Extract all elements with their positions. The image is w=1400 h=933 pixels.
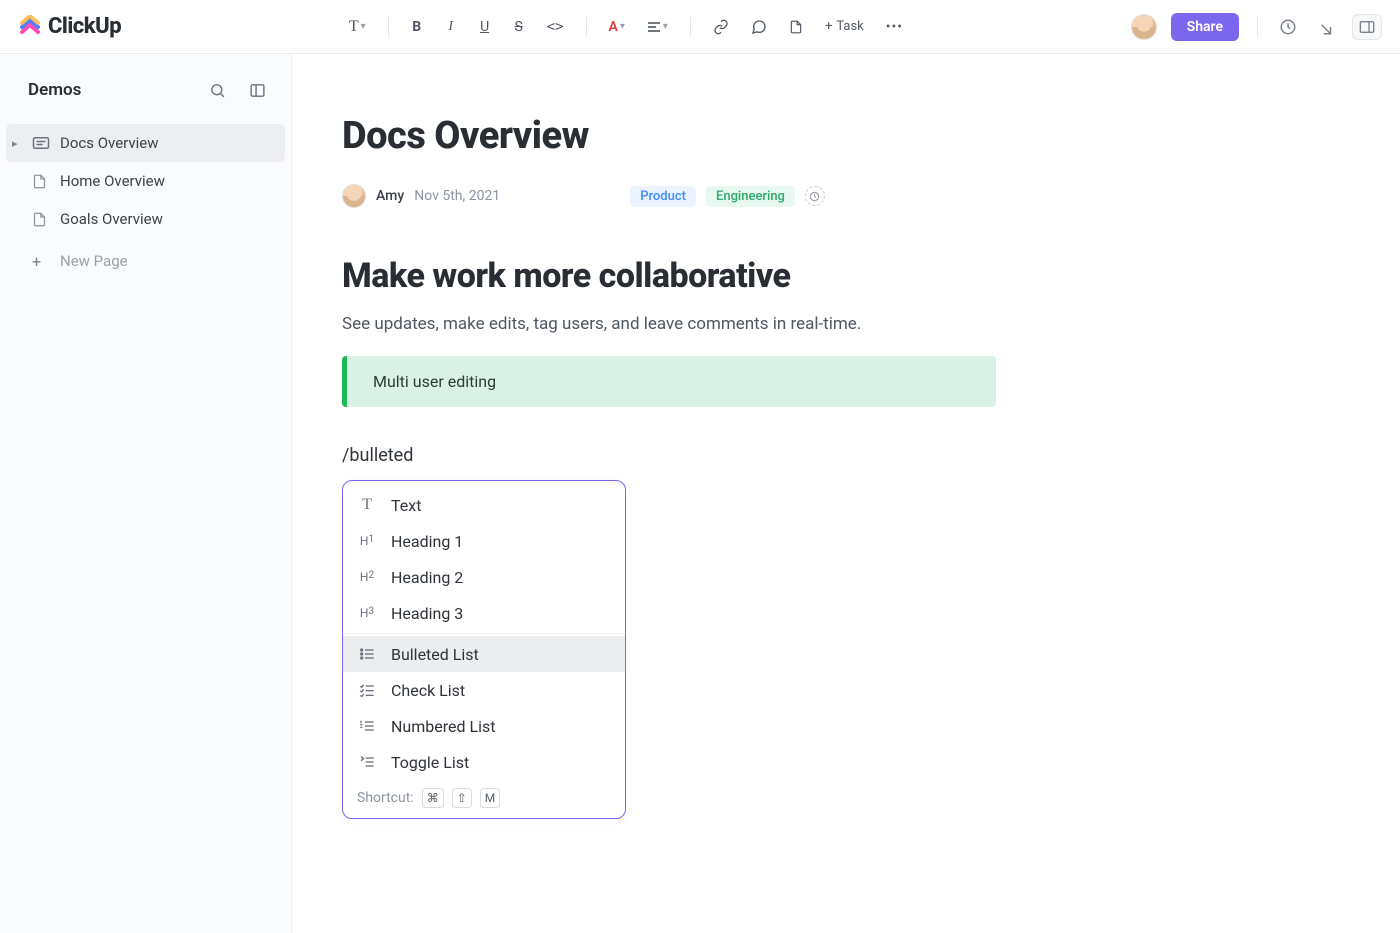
bulleted-list-icon — [357, 647, 377, 661]
chevron-right-icon: ▸ — [12, 137, 22, 150]
sidebar-item-label: Docs Overview — [60, 134, 159, 152]
document: Docs Overview Amy Nov 5th, 2021 Product … — [292, 54, 1400, 933]
h1-icon: H1 — [357, 534, 377, 548]
slash-item-bulleted-list[interactable]: Bulleted List — [343, 636, 625, 672]
slash-item-label: Bulleted List — [391, 645, 479, 664]
brand[interactable]: ClickUp — [18, 14, 121, 39]
topbar-right: Share — [1131, 13, 1382, 41]
slash-item-label: Text — [391, 496, 421, 515]
slash-item-toggle-list[interactable]: Toggle List — [343, 744, 625, 780]
slash-item-label: Heading 1 — [391, 532, 463, 551]
align-button[interactable]: ▾ — [643, 13, 672, 41]
sidebar-item-docs-overview[interactable]: ▸ Docs Overview — [6, 124, 285, 162]
slash-item-label: Heading 2 — [391, 568, 463, 587]
user-avatar[interactable] — [1131, 14, 1157, 40]
tag-engineering[interactable]: Engineering — [706, 186, 795, 207]
doc-icon — [32, 211, 50, 228]
text-style-button[interactable]: T▾ — [345, 13, 370, 41]
sidebar-item-label: Goals Overview — [60, 210, 163, 228]
h2-icon: H2 — [357, 570, 377, 584]
sidebar-item-label: Home Overview — [60, 172, 165, 190]
sidebar-new-page[interactable]: + New Page — [0, 242, 291, 280]
topbar: ClickUp T▾ B I U S <> A▾ ▾ — [0, 0, 1400, 54]
slash-item-label: Heading 3 — [391, 604, 463, 623]
slash-item-numbered-list[interactable]: Numbered List — [343, 708, 625, 744]
code-button[interactable]: <> — [543, 13, 568, 41]
download-button[interactable] — [1314, 15, 1338, 39]
slash-item-label: Check List — [391, 681, 465, 700]
separator — [586, 17, 587, 37]
link-button[interactable] — [709, 13, 733, 41]
sidebar-item-label: New Page — [60, 252, 128, 270]
slash-menu: T Text H1 Heading 1 H2 Heading 2 H3 Head… — [342, 480, 626, 819]
text-color-button[interactable]: A▾ — [605, 13, 629, 41]
sidebar: Demos ▸ Docs Overview Home Overview — [0, 54, 292, 933]
more-button[interactable]: ••• — [882, 13, 907, 41]
search-button[interactable] — [205, 78, 229, 102]
doc-icon — [32, 173, 50, 190]
slash-item-label: Toggle List — [391, 753, 469, 772]
slash-item-heading3[interactable]: H3 Heading 3 — [343, 595, 625, 631]
slash-item-heading2[interactable]: H2 Heading 2 — [343, 559, 625, 595]
comment-button[interactable] — [747, 13, 771, 41]
underline-button[interactable]: U — [475, 13, 495, 41]
slash-item-check-list[interactable]: Check List — [343, 672, 625, 708]
history-button[interactable] — [1276, 15, 1300, 39]
slash-item-label: Numbered List — [391, 717, 495, 736]
tag-product[interactable]: Product — [630, 186, 696, 207]
add-task-button[interactable]: + Task — [821, 13, 868, 41]
panel-toggle-button[interactable] — [1352, 14, 1382, 40]
bold-button[interactable]: B — [407, 13, 427, 41]
numbered-list-icon — [357, 719, 377, 733]
slash-item-heading1[interactable]: H1 Heading 1 — [343, 523, 625, 559]
h3-icon: H3 — [357, 606, 377, 620]
text-icon: T — [357, 496, 377, 514]
collapse-sidebar-button[interactable] — [245, 78, 269, 102]
sidebar-item-goals-overview[interactable]: Goals Overview — [0, 200, 291, 238]
slash-command-input[interactable]: /bulleted — [342, 445, 1320, 466]
page-button[interactable] — [785, 13, 807, 41]
doc-card-icon — [32, 136, 50, 150]
italic-button[interactable]: I — [441, 13, 461, 41]
callout-text: Multi user editing — [373, 372, 496, 391]
check-list-icon — [357, 683, 377, 697]
toggle-list-icon — [357, 755, 377, 769]
plus-icon: + — [825, 19, 832, 34]
clickup-logo-icon — [18, 15, 42, 39]
plus-icon: + — [32, 252, 50, 271]
separator — [343, 633, 625, 634]
workspace-name[interactable]: Demos — [28, 80, 81, 100]
doc-title[interactable]: Docs Overview — [342, 114, 1320, 158]
task-label: Task — [836, 19, 863, 34]
author-name[interactable]: Amy — [376, 188, 404, 204]
doc-meta: Amy Nov 5th, 2021 Product Engineering — [342, 184, 1320, 208]
doc-date: Nov 5th, 2021 — [414, 188, 500, 204]
shortcut-key: ⇧ — [452, 788, 472, 808]
brand-name: ClickUp — [48, 14, 121, 39]
separator — [388, 17, 389, 37]
editor-toolbar: T▾ B I U S <> A▾ ▾ — [121, 13, 1131, 41]
shortcut-label: Shortcut: — [357, 790, 414, 806]
shortcut-key: M — [480, 788, 500, 808]
sidebar-item-home-overview[interactable]: Home Overview — [0, 162, 291, 200]
strikethrough-button[interactable]: S — [509, 13, 529, 41]
share-button[interactable]: Share — [1171, 13, 1239, 41]
doc-body[interactable]: See updates, make edits, tag users, and … — [342, 314, 1320, 334]
doc-heading[interactable]: Make work more collaborative — [342, 256, 1320, 296]
separator — [690, 17, 691, 37]
add-tag-button[interactable] — [805, 186, 825, 206]
callout-block[interactable]: Multi user editing — [342, 356, 996, 407]
slash-shortcut-row: Shortcut: ⌘ ⇧ M — [343, 780, 625, 812]
separator — [1257, 17, 1258, 37]
shortcut-key: ⌘ — [422, 788, 444, 808]
slash-item-text[interactable]: T Text — [343, 487, 625, 523]
author-avatar[interactable] — [342, 184, 366, 208]
